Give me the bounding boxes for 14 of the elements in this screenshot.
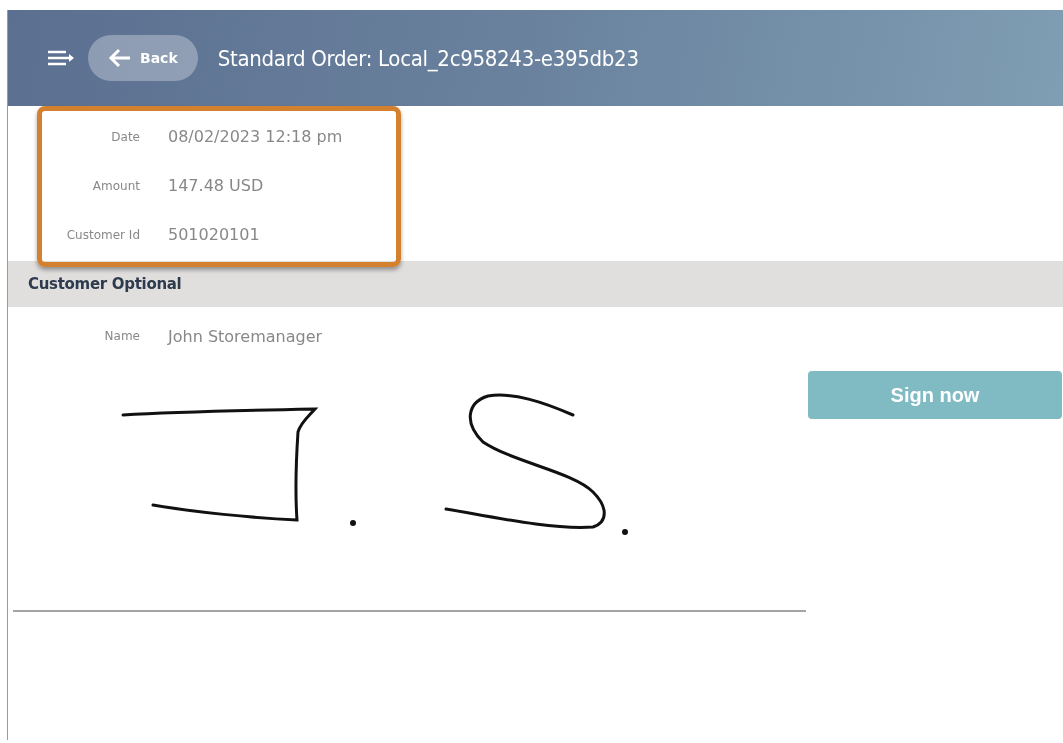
menu-icon[interactable] xyxy=(46,48,76,68)
field-label: Name xyxy=(103,329,140,343)
field-value: 08/02/2023 12:18 pm xyxy=(168,127,343,146)
field-label: Date xyxy=(110,129,140,144)
arrow-left-icon xyxy=(108,48,132,68)
field-value: 147.48 USD xyxy=(168,176,264,195)
field-value: 501020101 xyxy=(168,225,260,244)
field-label: Customer Id xyxy=(65,227,140,242)
sign-now-button[interactable]: Sign now xyxy=(808,371,1062,419)
back-button[interactable]: Back xyxy=(88,35,198,81)
field-value: John Storemanager xyxy=(168,326,323,346)
section-title: Customer Optional xyxy=(28,275,182,293)
page-title: Standard Order: Local_2c958243-e395db23 xyxy=(217,45,639,71)
field-label: Amount xyxy=(91,178,140,193)
